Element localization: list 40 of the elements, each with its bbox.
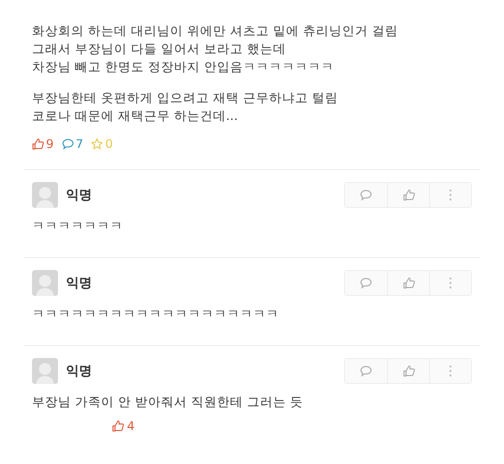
thumbs-up-icon [402,365,414,377]
comment-text: ㅋㅋㅋㅋㅋㅋㅋㅋㅋㅋㅋㅋㅋㅋㅋㅋㅋㅋㅋ [32,306,280,323]
comment-author: 익명 [66,363,92,380]
avatar-icon [32,182,58,208]
post-text-line: 부장님한테 옷편하게 입으려고 재택 근무하냐고 털림 [32,89,339,107]
speech-bubble-icon [360,277,372,289]
thumbs-up-icon [402,277,414,289]
thumbs-up-icon [402,189,414,201]
more-icon [449,277,452,289]
thumbs-up-icon [32,138,44,150]
comment-text: 부장님 가족이 안 받아줘서 직원한테 그러는 듯 [32,394,304,411]
more-icon [449,365,452,377]
reply-button[interactable] [345,359,387,383]
like-count: 9 [46,137,54,151]
speech-bubble-icon [360,365,372,377]
thumbs-up-icon [112,420,124,432]
more-button[interactable] [429,271,471,295]
speech-bubble-icon [360,189,372,201]
speech-bubble-icon [62,138,74,150]
like-button[interactable] [387,183,429,207]
post-text-line: 그래서 부장님이 다들 일어서 보라고 했는데 [32,40,287,58]
post-text-line: 차장님 빼고 한명도 정장바지 안입음ㅋㅋㅋㅋㅋㅋㅋ [32,58,335,76]
reply-button[interactable] [345,271,387,295]
comment-like-count: 4 [127,419,135,433]
more-icon [449,189,452,201]
reply-button[interactable] [345,183,387,207]
comment-author: 익명 [66,275,92,292]
comment-text: ㅋㅋㅋㅋㅋㅋㅋ [32,218,124,235]
comment-author: 익명 [66,187,92,204]
scrap-count: 0 [105,137,113,151]
more-button[interactable] [429,359,471,383]
like-button[interactable] [387,271,429,295]
comment-count: 7 [76,137,84,151]
post-text-line: 화상회의 하는데 대리님이 위에만 셔츠고 밑에 츄리닝인거 걸림 [32,22,399,40]
post-text-line: 코로나 때문에 재택근무 하는건데... [32,107,239,125]
more-button[interactable] [429,183,471,207]
avatar-icon [32,270,58,296]
avatar-icon [32,358,58,384]
star-icon [91,138,104,150]
like-button[interactable] [387,359,429,383]
